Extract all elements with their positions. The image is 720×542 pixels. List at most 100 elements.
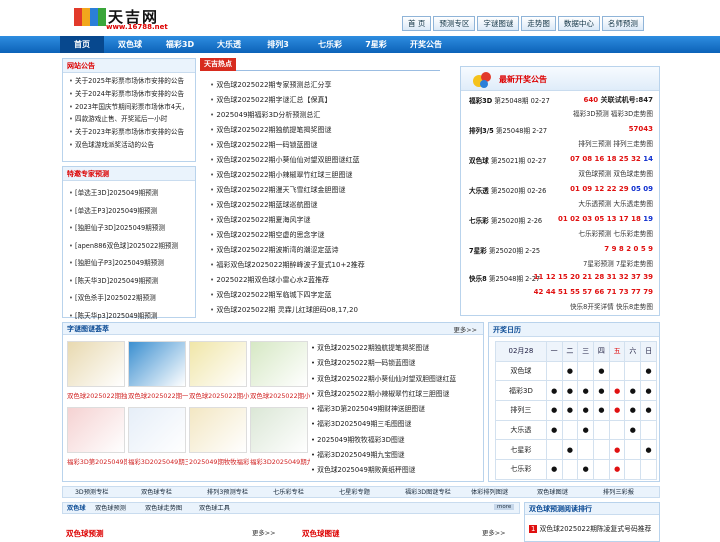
sub-nav-link[interactable]: 双色球专栏 bbox=[141, 487, 172, 498]
pic-list-item[interactable]: 双色球2025022期小葵仙仙对望双胆图谜红蓝 bbox=[311, 372, 481, 387]
top-link[interactable]: 走势图 bbox=[521, 16, 556, 31]
hot-item[interactable]: 双色球2025022期字谜汇总【保真】 bbox=[210, 93, 448, 108]
ssq-predict-title[interactable]: 双色球预测 bbox=[66, 528, 104, 539]
hot-item[interactable]: 双色球2025022期蓝球巡航图谜 bbox=[210, 198, 448, 213]
calendar-game[interactable]: 七乐彩 bbox=[495, 459, 547, 480]
draw-name[interactable]: 7星彩 bbox=[469, 247, 487, 255]
calendar-game[interactable]: 排列三 bbox=[495, 400, 547, 421]
hot-item[interactable]: 双色球2025022期空虚的思念字谜 bbox=[210, 228, 448, 243]
pic-list-item[interactable]: 双色球2025022期小辣椒翠竹红球三胆图谜 bbox=[311, 387, 481, 402]
more-badge[interactable]: more bbox=[494, 504, 515, 510]
top-link[interactable]: 首 页 bbox=[402, 16, 432, 31]
puzzle-caption[interactable]: 福彩3D2025049期三 bbox=[128, 457, 188, 466]
ssq-pic-more[interactable]: 更多>> bbox=[482, 528, 506, 537]
draw-name[interactable]: 福彩3D bbox=[469, 97, 492, 105]
calendar-game[interactable]: 双色球 bbox=[495, 360, 547, 382]
pics-more-link[interactable]: 更多>> bbox=[454, 325, 478, 334]
nav-item[interactable]: 大乐透 bbox=[208, 36, 250, 53]
hot-item[interactable]: 双色球2025022期波斯湾的潮涩定蓝诗 bbox=[210, 243, 448, 258]
expert-item[interactable]: [独胆仙子P3]2025049期预测 bbox=[69, 255, 189, 273]
hot-item[interactable]: 福彩双色球2025022期醉峰波子复式10+2推荐 bbox=[210, 258, 448, 273]
puzzle-caption[interactable]: 双色球2025022期独 bbox=[67, 391, 127, 400]
expert-item[interactable]: [apen886双色球]2025022期预测 bbox=[69, 238, 189, 256]
puzzle-caption[interactable]: 双色球2025022期小 bbox=[250, 391, 310, 400]
calendar-game[interactable]: 福彩3D bbox=[495, 380, 547, 402]
nav-item[interactable]: 首页 bbox=[60, 36, 104, 53]
site-logo[interactable]: 天吉网 www.16788.net bbox=[72, 6, 172, 32]
pic-list-item[interactable]: 2025049期牧牧福彩3D图谜 bbox=[311, 433, 481, 448]
puzzle-image[interactable] bbox=[189, 407, 247, 453]
draw-links[interactable]: 排列三预测 排列三走势图 bbox=[578, 138, 653, 148]
notice-item[interactable]: 关于2025年彩票市场休市安排的公告 bbox=[69, 75, 189, 88]
puzzle-image[interactable] bbox=[67, 341, 125, 387]
pic-list-item[interactable]: 双色球2025022期一码锁蓝图谜 bbox=[311, 356, 481, 371]
draw-links[interactable]: 福彩3D预测 福彩3D走势图 bbox=[573, 108, 653, 118]
calendar-game[interactable]: 大乐透 bbox=[495, 419, 547, 441]
puzzle-caption[interactable]: 福彩3D第2025049期 bbox=[67, 457, 127, 466]
notice-item[interactable]: 双色球游戏派奖活动的公告 bbox=[69, 139, 189, 152]
draw-links[interactable]: 快乐8开奖详情 快乐8走势图 bbox=[570, 301, 653, 311]
puzzle-caption[interactable]: 2025049期牧牧福彩 bbox=[189, 457, 249, 466]
draw-links[interactable]: 大乐透预测 大乐透走势图 bbox=[578, 198, 653, 208]
hot-tab[interactable]: 天吉热点 bbox=[200, 58, 236, 71]
notice-item[interactable]: 关于2024年彩票市场休市安排的公告 bbox=[69, 88, 189, 101]
hot-item[interactable]: 双色球2025022期夏海风字谜 bbox=[210, 213, 448, 228]
notice-item[interactable]: 四款游戏止售、开奖延后一小时 bbox=[69, 113, 189, 126]
puzzle-image[interactable] bbox=[250, 341, 308, 387]
pic-list-item[interactable]: 福彩3D2025049期三毛图图谜 bbox=[311, 417, 481, 432]
sub-nav-link[interactable]: 七乐彩专栏 bbox=[273, 487, 304, 498]
notice-item[interactable]: 2023年国庆节期间彩票市场休市4天，10... bbox=[69, 101, 189, 114]
rank-item-1[interactable]: 1 双色球2025022期陈凌复式号码推荐 bbox=[529, 523, 651, 533]
nav-item[interactable]: 双色球 bbox=[110, 36, 150, 53]
puzzle-caption[interactable]: 福彩3D2025049期九 bbox=[250, 457, 310, 466]
sub-nav-link[interactable]: 排列3预测专栏 bbox=[207, 487, 248, 498]
sub-nav-link[interactable]: 福彩3D图谜专栏 bbox=[405, 487, 451, 498]
hot-item[interactable]: 双色球2025022期专家预测总汇分享 bbox=[210, 78, 448, 93]
notice-item[interactable]: 关于2023年彩票市场休市安排的公告 bbox=[69, 126, 189, 139]
draw-name[interactable]: 大乐透 bbox=[469, 187, 489, 195]
pic-list-item[interactable]: 福彩3D第2025049期财神送胆图谜 bbox=[311, 402, 481, 417]
hot-item[interactable]: 双色球2025022期小葵仙仙对望双胆图谜红蓝 bbox=[210, 153, 448, 168]
sub-nav-link[interactable]: 七星彩专题 bbox=[339, 487, 370, 498]
draw-name[interactable]: 快乐8 bbox=[469, 275, 487, 283]
ssq-pic-title[interactable]: 双色球图谜 bbox=[302, 528, 340, 539]
puzzle-caption[interactable]: 双色球2025022期小 bbox=[189, 391, 249, 400]
hot-item[interactable]: 2025049期福彩3D分析预测总汇 bbox=[210, 108, 448, 123]
expert-item[interactable]: [双色杀手]2025022期预测 bbox=[69, 290, 189, 308]
puzzle-image[interactable] bbox=[128, 407, 186, 453]
ssq-link[interactable]: 双色球走势图 bbox=[145, 503, 182, 514]
nav-item[interactable]: 7星彩 bbox=[358, 36, 394, 53]
top-link[interactable]: 数据中心 bbox=[557, 16, 600, 31]
puzzle-image[interactable] bbox=[189, 341, 247, 387]
pic-list-item[interactable]: 双色球2025022期独航提笔揭奖图谜 bbox=[311, 341, 481, 356]
hot-item[interactable]: 双色球2025022期漫天飞雪红球金胆图谜 bbox=[210, 183, 448, 198]
top-link[interactable]: 字谜图谜 bbox=[477, 16, 520, 31]
sub-nav-link[interactable]: 体彩排列图谜 bbox=[471, 487, 508, 498]
draw-links[interactable]: 双色球预测 双色球走势图 bbox=[578, 168, 653, 178]
draw-links[interactable]: 七乐彩预测 七乐彩走势图 bbox=[578, 228, 653, 238]
nav-item[interactable]: 排列3 bbox=[258, 36, 298, 53]
top-link[interactable]: 预测专区 bbox=[433, 16, 476, 31]
expert-item[interactable]: [单选王P3]2025049期预测 bbox=[69, 203, 189, 221]
expert-item[interactable]: [独胆仙子3D]2025049期预测 bbox=[69, 220, 189, 238]
ssq-link[interactable]: 双色球预测 bbox=[95, 503, 126, 514]
hot-item[interactable]: 双色球2025022期军临城下四字定蓝 bbox=[210, 288, 448, 303]
puzzle-image[interactable] bbox=[128, 341, 186, 387]
hot-item[interactable]: 双色球2025022期小辣椒翠竹红球三胆图谜 bbox=[210, 168, 448, 183]
draw-links[interactable]: 7星彩预测 7星彩走势图 bbox=[583, 258, 653, 268]
expert-item[interactable]: [单选王3D]2025049期预测 bbox=[69, 185, 189, 203]
calendar-game[interactable]: 七星彩 bbox=[495, 439, 547, 461]
sub-nav-link[interactable]: 3D预测专栏 bbox=[75, 487, 108, 498]
nav-item[interactable]: 开奖公告 bbox=[400, 36, 452, 53]
nav-item[interactable]: 七乐彩 bbox=[308, 36, 352, 53]
ssq-link[interactable]: 双色球 bbox=[67, 503, 86, 514]
nav-item[interactable]: 福彩3D bbox=[158, 36, 202, 53]
top-link[interactable]: 名师预测 bbox=[601, 16, 644, 31]
puzzle-caption[interactable]: 双色球2025022期一 bbox=[128, 391, 188, 400]
draw-name[interactable]: 排列3/5 bbox=[469, 127, 494, 135]
pic-list-item[interactable]: 双色球2025049期败黄纸秤图谜 bbox=[311, 463, 481, 478]
draw-name[interactable]: 七乐彩 bbox=[469, 217, 489, 225]
draw-name[interactable]: 双色球 bbox=[469, 157, 489, 165]
sub-nav-link[interactable]: 双色球图谜 bbox=[537, 487, 568, 498]
pic-list-item[interactable]: 福彩3D2025049期九宝图谜 bbox=[311, 448, 481, 463]
